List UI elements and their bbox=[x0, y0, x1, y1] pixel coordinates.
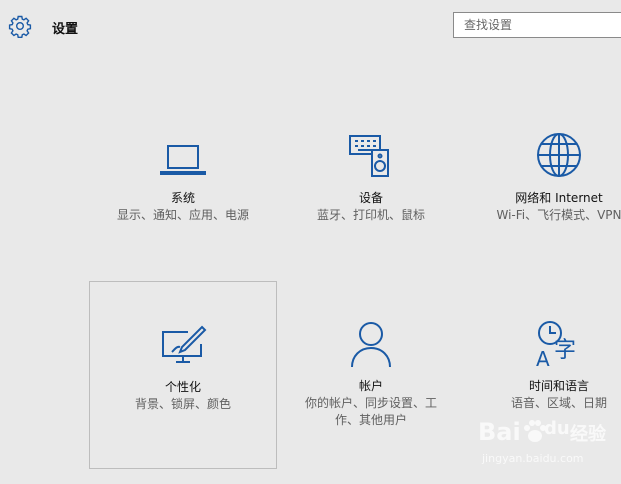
tile-network-name: 网络和 Internet bbox=[515, 191, 603, 205]
laptop-icon bbox=[160, 145, 206, 175]
tile-system-name: 系统 bbox=[170, 191, 195, 205]
person-icon bbox=[351, 322, 391, 368]
tile-accounts[interactable]: 帐户 你的帐户、同步设置、工作、其他用户 bbox=[277, 281, 465, 469]
svg-text:A: A bbox=[536, 347, 550, 369]
watermark-brand-suffix: du bbox=[544, 418, 570, 439]
tile-devices-name: 设备 bbox=[358, 191, 383, 205]
gear-icon[interactable] bbox=[8, 14, 32, 38]
watermark-url: jingyan.baidu.com bbox=[482, 452, 584, 465]
tile-system-desc: 显示、通知、应用、电源 bbox=[116, 208, 249, 222]
tile-personalization-desc: 背景、锁屏、颜色 bbox=[134, 397, 231, 411]
tile-time-language-desc: 语音、区域、日期 bbox=[510, 396, 607, 410]
page-title: 设置 bbox=[52, 22, 79, 37]
devices-icon bbox=[349, 135, 389, 177]
svg-text:字: 字 bbox=[554, 338, 576, 363]
tile-accounts-name: 帐户 bbox=[358, 379, 383, 393]
personalization-icon bbox=[162, 325, 207, 363]
tile-accounts-desc: 你的帐户、同步设置、工作、其他用户 bbox=[305, 396, 438, 427]
tile-personalization-name: 个性化 bbox=[164, 380, 201, 394]
watermark-brand: Bai bbox=[478, 418, 521, 446]
tile-network-desc: Wi-Fi、飞行模式、VPN bbox=[496, 208, 621, 222]
tile-time-language-name: 时间和语言 bbox=[528, 379, 589, 393]
time-language-icon: A 字 bbox=[536, 321, 576, 369]
tile-personalization[interactable]: 个性化 背景、锁屏、颜色 bbox=[89, 281, 277, 469]
globe-icon bbox=[537, 133, 581, 177]
tile-devices-desc: 蓝牙、打印机、鼠标 bbox=[316, 208, 425, 222]
header: 设置 bbox=[0, 0, 621, 56]
watermark-label: 经验 bbox=[570, 424, 606, 445]
search-input[interactable] bbox=[453, 12, 621, 38]
baidu-watermark: Bai du 经验 jingyan.baidu.com bbox=[478, 418, 618, 468]
